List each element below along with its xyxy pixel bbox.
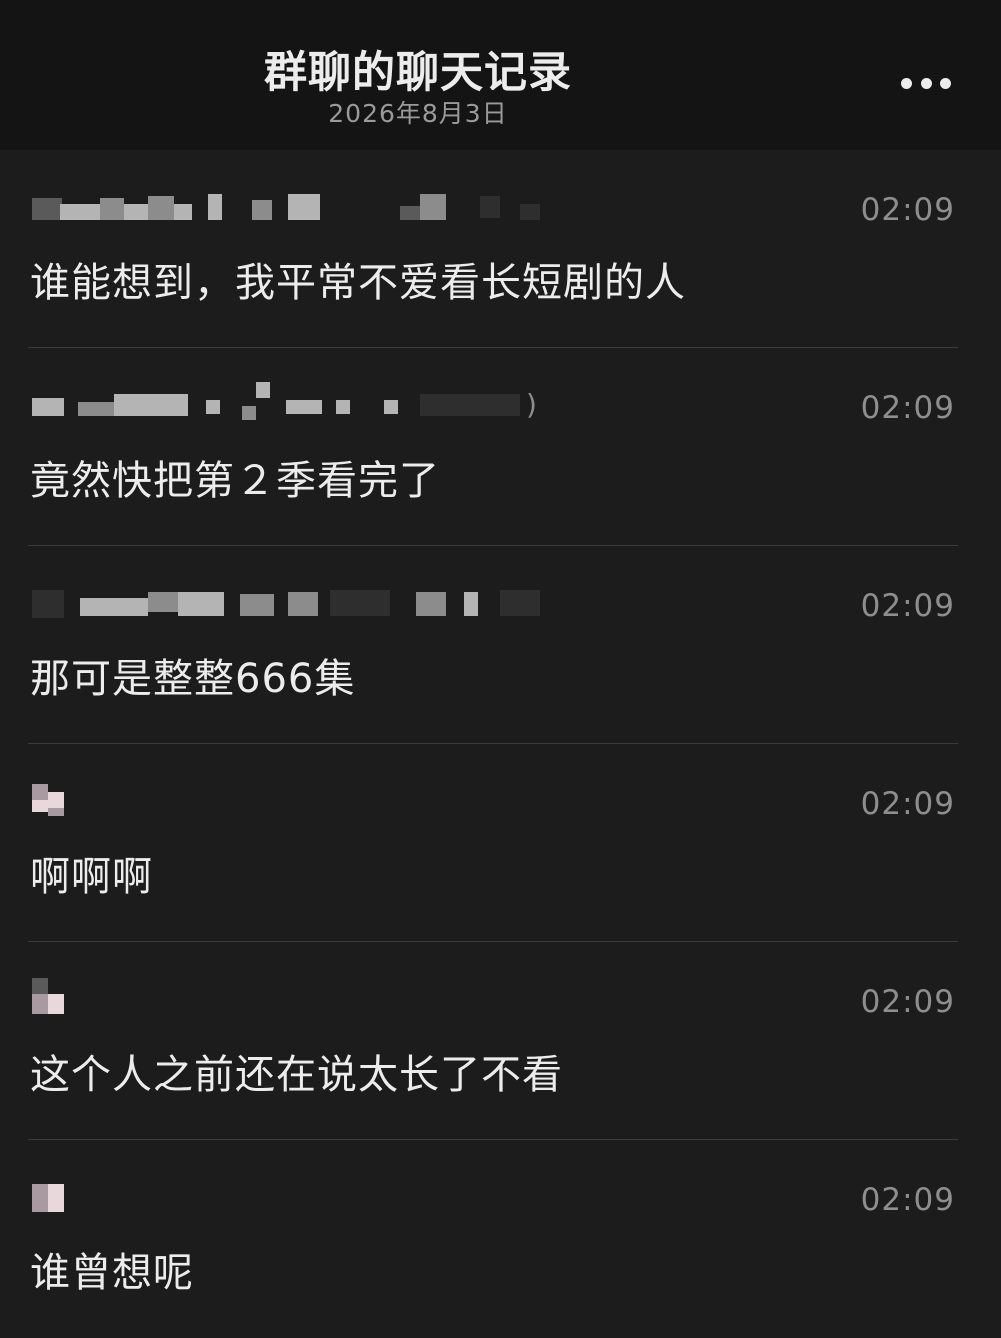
dot <box>920 77 932 89</box>
message-item[interactable]: 02:09 这个人之前还在说太长了不看 <box>0 942 1001 1140</box>
message-time: 02:09 <box>860 786 955 822</box>
message-item[interactable]: 02:09 谁能想到，我平常不爱看长短剧的人 <box>0 150 1001 348</box>
more-options-icon[interactable] <box>901 76 951 90</box>
sender-avatar-blurred <box>30 784 570 820</box>
sender-name-blurred: ) <box>30 382 570 424</box>
message-text: 谁曾想呢 <box>30 1250 194 1296</box>
message-item[interactable]: ) 02:09 竟然快把第２季看完了 <box>0 348 1001 546</box>
message-item[interactable]: 02:09 那可是整整666集 <box>0 546 1001 744</box>
message-text: 啊啊啊 <box>30 854 153 900</box>
message-time: 02:09 <box>860 588 955 624</box>
message-text: 竟然快把第２季看完了 <box>30 458 440 504</box>
message-time: 02:09 <box>860 390 955 426</box>
message-item[interactable]: 02:09 谁曾想呢 <box>0 1140 1001 1338</box>
message-text: 这个人之前还在说太长了不看 <box>30 1052 563 1098</box>
sender-avatar-blurred <box>30 1180 570 1216</box>
dot <box>901 77 912 89</box>
message-text: 那可是整整666集 <box>30 656 356 702</box>
sender-name-blurred <box>30 190 570 226</box>
page-title: 群聊的聊天记录 <box>264 48 572 98</box>
message-item[interactable]: 02:09 啊啊啊 <box>0 744 1001 942</box>
sender-avatar-blurred <box>30 978 570 1018</box>
message-time: 02:09 <box>860 984 955 1020</box>
sender-name-blurred <box>30 586 570 622</box>
message-time: 02:09 <box>860 192 955 228</box>
dot <box>940 77 951 89</box>
page-date: 2026年8月3日 <box>328 99 508 128</box>
sender-suffix: ) <box>526 388 537 421</box>
message-text: 谁能想到，我平常不爱看长短剧的人 <box>30 260 686 306</box>
header: 群聊的聊天记录 2026年8月3日 <box>0 0 1001 150</box>
message-list[interactable]: 02:09 谁能想到，我平常不爱看长短剧的人 ) 02:09 竟然快把第２季看完… <box>0 150 1001 1338</box>
message-time: 02:09 <box>860 1182 955 1218</box>
